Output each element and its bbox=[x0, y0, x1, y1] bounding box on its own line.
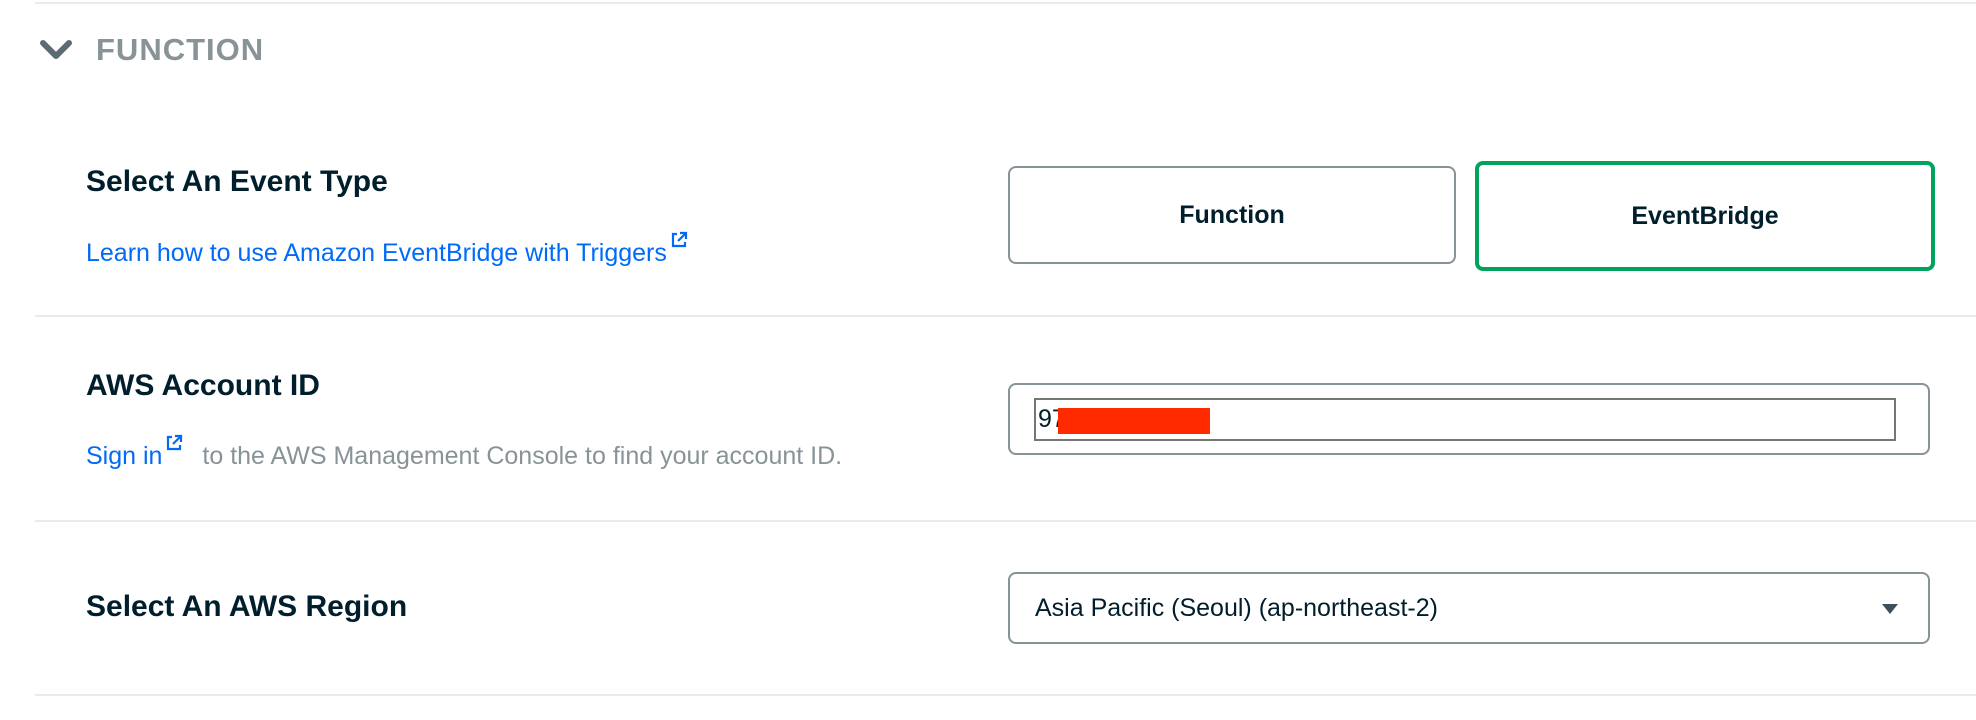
account-divider bbox=[35, 520, 1976, 522]
aws-region-heading: Select An AWS Region bbox=[86, 590, 408, 623]
aws-region-select[interactable]: Asia Pacific (Seoul) (ap-northeast-2) bbox=[1008, 572, 1930, 644]
section-header-function[interactable]: FUNCTION bbox=[38, 28, 264, 72]
aws-account-heading: AWS Account ID bbox=[86, 369, 320, 402]
sign-in-link-text: Sign in bbox=[86, 442, 163, 470]
event-type-heading: Select An Event Type bbox=[86, 165, 388, 198]
top-divider bbox=[35, 2, 1976, 4]
bottom-divider bbox=[35, 694, 1976, 696]
aws-region-selected-value: Asia Pacific (Seoul) (ap-northeast-2) bbox=[1035, 593, 1438, 622]
event-type-function-button[interactable]: Function bbox=[1008, 166, 1456, 264]
chevron-down-icon[interactable] bbox=[38, 32, 74, 68]
aws-account-help-text: to the AWS Management Console to find yo… bbox=[202, 442, 843, 470]
function-settings-panel: FUNCTION Select An Event Type Learn how … bbox=[0, 0, 1976, 720]
event-type-eventbridge-button[interactable]: EventBridge bbox=[1475, 161, 1935, 271]
event-type-help: Learn how to use Amazon EventBridge with… bbox=[86, 231, 688, 268]
sign-in-link[interactable]: Sign in bbox=[86, 434, 183, 470]
redaction-overlay bbox=[1058, 408, 1210, 434]
external-link-icon bbox=[671, 231, 687, 248]
eventbridge-help-link-text: Learn how to use Amazon EventBridge with… bbox=[86, 239, 667, 267]
aws-account-help: Sign in to the AWS Management Console to… bbox=[86, 434, 842, 471]
section-title: FUNCTION bbox=[96, 32, 265, 67]
caret-down-icon bbox=[1882, 604, 1898, 614]
eventbridge-help-link[interactable]: Learn how to use Amazon EventBridge with… bbox=[86, 231, 688, 267]
external-link-icon bbox=[167, 434, 183, 451]
event-type-divider bbox=[35, 315, 1976, 317]
